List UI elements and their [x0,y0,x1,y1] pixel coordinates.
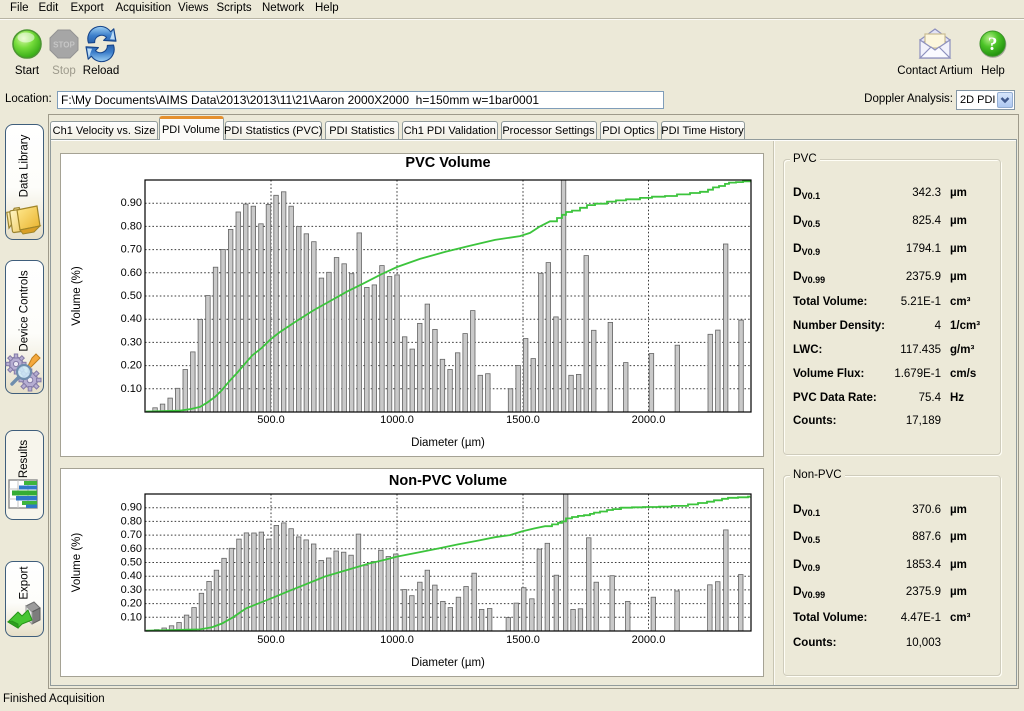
svg-text:0.10: 0.10 [121,611,142,623]
svg-text:0.40: 0.40 [121,570,142,582]
svg-text:0.70: 0.70 [121,529,142,541]
svg-text:PVC Volume: PVC Volume [405,155,490,171]
svg-text:0.10: 0.10 [121,383,142,395]
svg-text:0.20: 0.20 [121,598,142,610]
svg-text:2000.0: 2000.0 [632,634,666,646]
svg-text:0.40: 0.40 [121,313,142,325]
svg-text:0.80: 0.80 [121,220,142,232]
svg-text:0.60: 0.60 [121,543,142,555]
svg-text:0.50: 0.50 [121,290,142,302]
svg-text:500.0: 500.0 [257,634,285,646]
svg-text:0.30: 0.30 [121,336,142,348]
svg-text:Volume (%): Volume (%) [71,266,83,326]
svg-text:1500.0: 1500.0 [506,634,540,646]
svg-text:1000.0: 1000.0 [380,634,414,646]
svg-text:Non-PVC Volume: Non-PVC Volume [389,473,507,489]
svg-text:0.20: 0.20 [121,360,142,372]
svg-text:0.80: 0.80 [121,515,142,527]
svg-text:0.60: 0.60 [121,267,142,279]
svg-text:0.90: 0.90 [121,502,142,514]
svg-text:STOP: STOP [53,41,75,50]
svg-text:?: ? [988,34,998,55]
svg-text:500.0: 500.0 [257,414,285,426]
svg-text:0.90: 0.90 [121,197,142,209]
svg-text:Diameter (µm): Diameter (µm) [411,437,485,449]
svg-text:Diameter (µm): Diameter (µm) [411,657,485,669]
svg-text:0.70: 0.70 [121,244,142,256]
svg-text:0.30: 0.30 [121,584,142,596]
svg-text:0.50: 0.50 [121,557,142,569]
svg-text:Volume (%): Volume (%) [71,533,83,593]
svg-text:2000.0: 2000.0 [632,414,666,426]
svg-text:1500.0: 1500.0 [506,414,540,426]
svg-text:1000.0: 1000.0 [380,414,414,426]
